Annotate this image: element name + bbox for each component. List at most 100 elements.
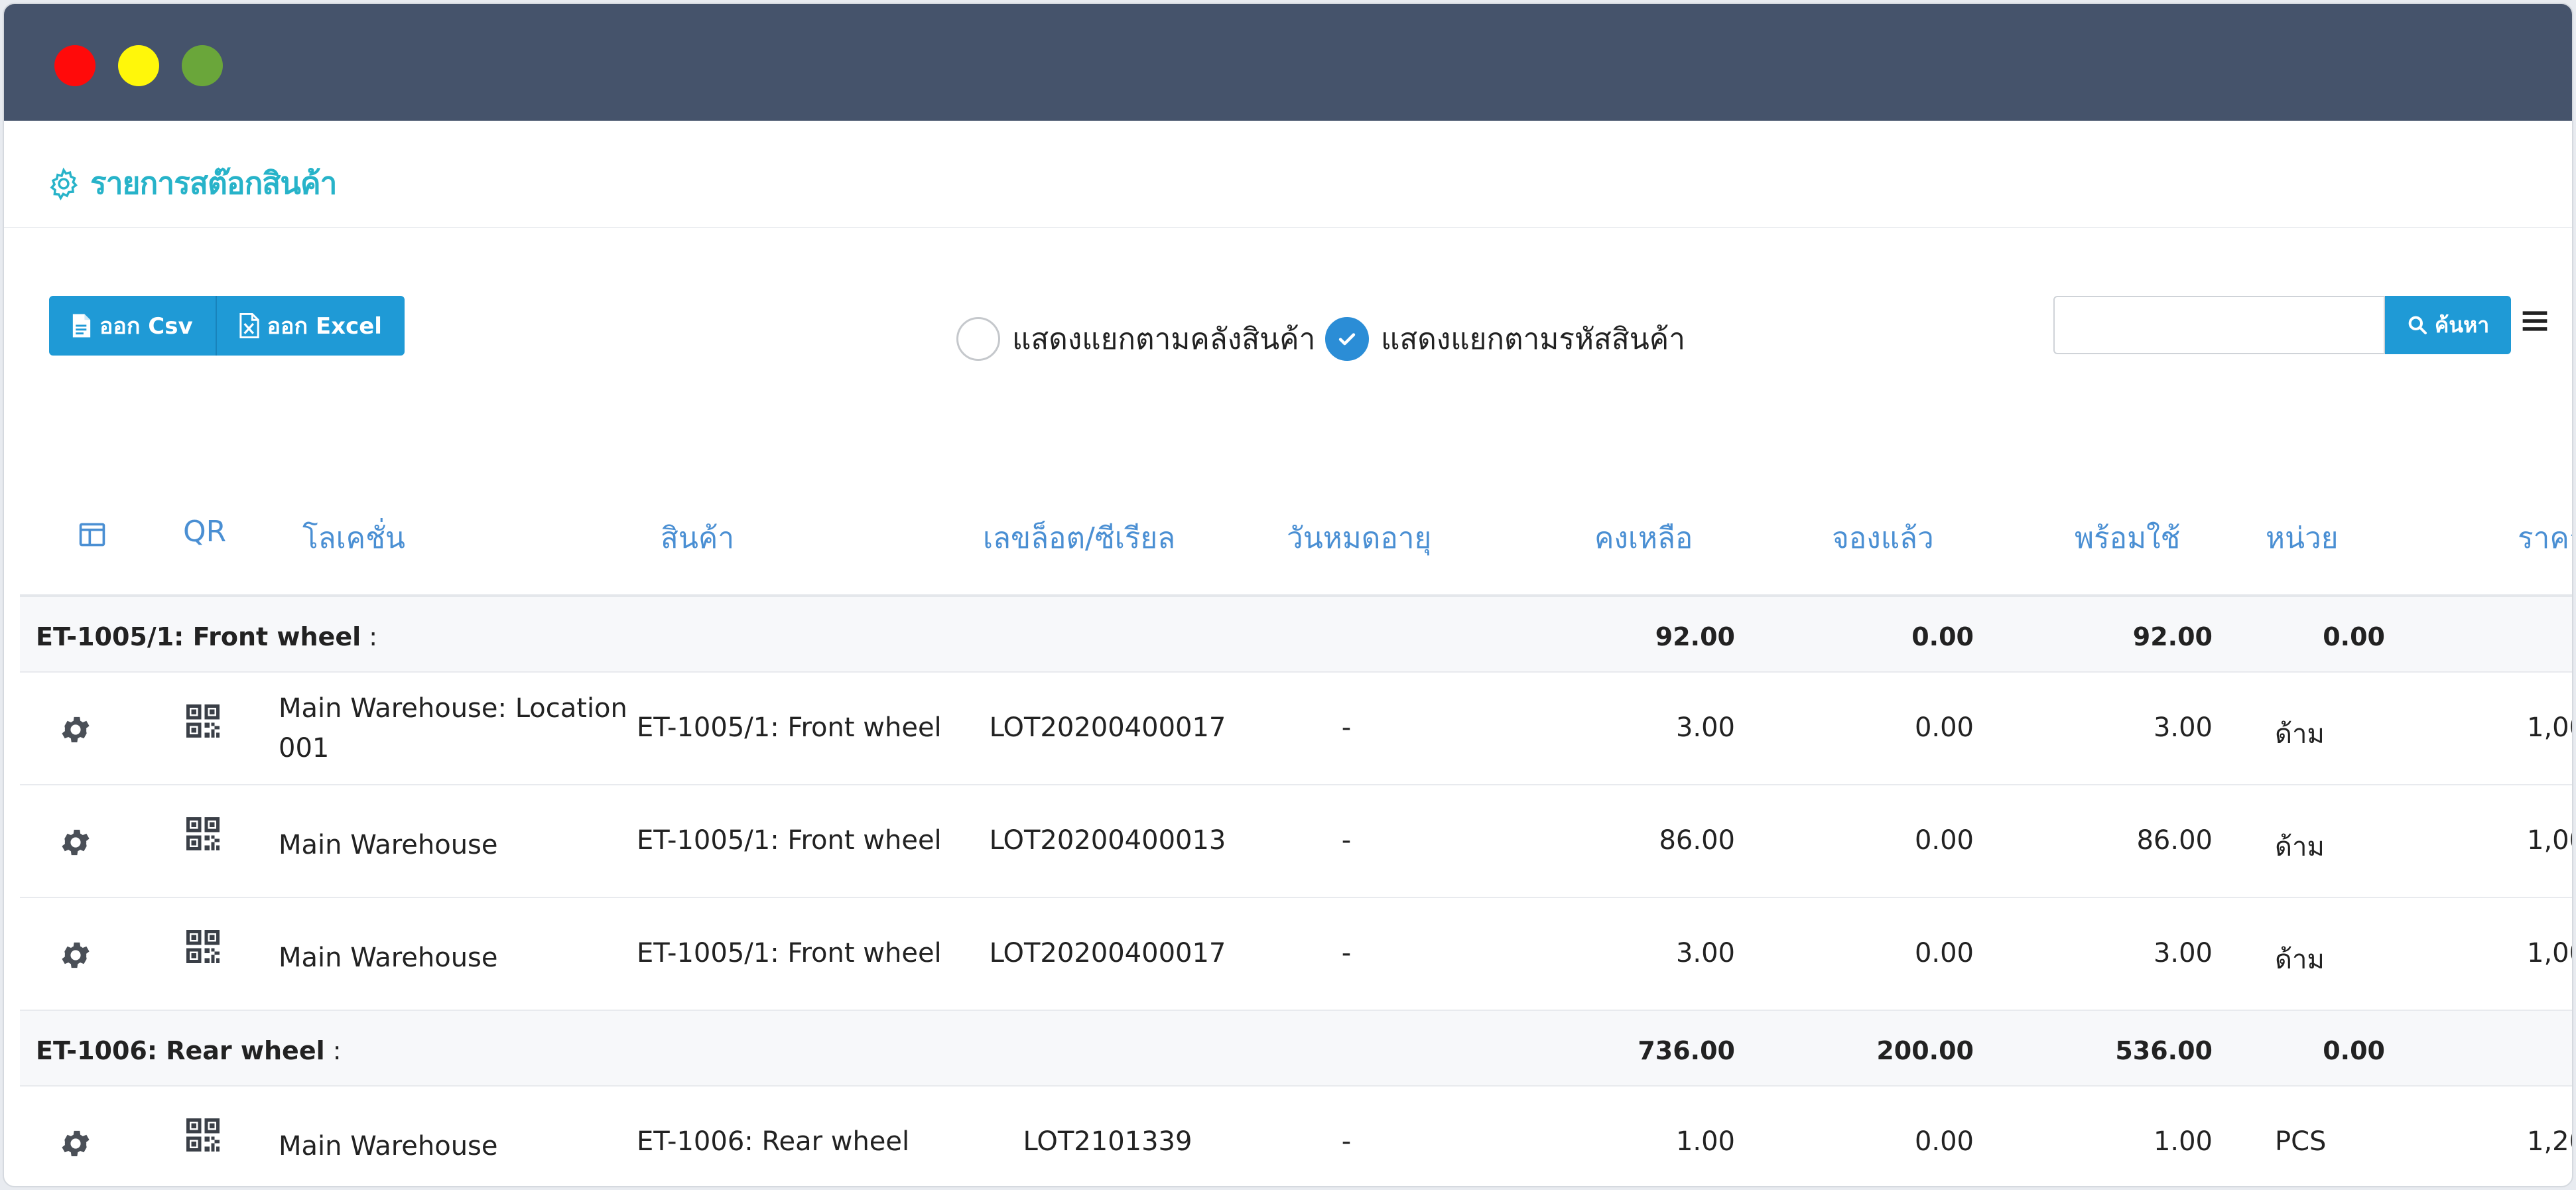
page-header: รายการสต๊อกสินค้า — [4, 121, 2572, 228]
cell-available: 1.00 — [2153, 1126, 2213, 1157]
header-expiry[interactable]: วันหมดอายุ — [1287, 515, 1431, 561]
cell-location: Main Warehouse — [279, 830, 498, 860]
minimize-window-button[interactable] — [118, 45, 159, 86]
qr-code-icon[interactable] — [183, 1114, 223, 1156]
header-qr[interactable]: QR — [183, 515, 226, 549]
cell-reserved: 0.00 — [1914, 1126, 1974, 1157]
gear-outline-icon — [50, 167, 78, 200]
group-name: ET-1006: Rear wheel : — [36, 1036, 342, 1065]
cell-reserved: 0.00 — [1914, 938, 1974, 968]
export-csv-label: ออก Csv — [99, 313, 193, 340]
group-colon: : — [324, 1036, 342, 1065]
header-unit[interactable]: หน่วย — [2266, 515, 2339, 561]
cell-remaining: 3.00 — [1675, 712, 1735, 743]
cell-remaining: 1.00 — [1675, 1126, 1735, 1157]
cell-price: 1,20 — [2527, 1126, 2572, 1157]
page-title-wrap: รายการสต๊อกสินค้า — [46, 159, 337, 208]
cell-reserved: 0.00 — [1914, 712, 1974, 743]
maximize-window-button[interactable] — [182, 45, 223, 86]
group-unit-total: 0.00 — [2323, 622, 2385, 651]
group-row: ET-1005/1: Front wheel : 92.00 0.00 92.0… — [20, 597, 2572, 673]
cell-unit: ด้าม — [2275, 832, 2325, 862]
table-header: QR โลเคชั่น สินค้า เลขล็อต/ซีเรียล วันหม… — [20, 468, 2572, 597]
group-name-text: ET-1005/1: Front wheel — [36, 622, 361, 651]
export-csv-button[interactable]: ออก Csv — [49, 296, 216, 356]
window-titlebar — [4, 4, 2572, 121]
group-reserved: 0.00 — [1911, 622, 1974, 651]
qr-code-icon[interactable] — [183, 700, 223, 742]
excel-file-icon — [239, 313, 259, 338]
cell-available: 86.00 — [2136, 825, 2213, 856]
group-available: 536.00 — [2115, 1036, 2213, 1065]
cell-unit: ด้าม — [2275, 945, 2325, 975]
cell-lot: LOT20200400017 — [989, 712, 1226, 743]
cell-remaining: 3.00 — [1675, 938, 1735, 968]
cell-expiry: - — [1341, 712, 1352, 743]
search-input[interactable] — [2053, 296, 2385, 354]
table-row: Main Warehouse ET-1006: Rear wheel LOT21… — [20, 1087, 2572, 1186]
group-unit-total: 0.00 — [2323, 1036, 2385, 1065]
cell-product: ET-1006: Rear wheel — [637, 1126, 910, 1157]
group-row: ET-1006: Rear wheel : 736.00 200.00 536.… — [20, 1011, 2572, 1087]
group-name-text: ET-1006: Rear wheel — [36, 1036, 325, 1065]
radio-circle-checked[interactable] — [1325, 317, 1369, 361]
header-product[interactable]: สินค้า — [661, 515, 734, 561]
cell-product: ET-1005/1: Front wheel — [637, 712, 942, 743]
file-icon — [72, 314, 91, 338]
export-excel-label: ออก Excel — [267, 313, 382, 340]
cell-available: 3.00 — [2153, 938, 2213, 968]
group-remaining: 736.00 — [1638, 1036, 1735, 1065]
radio-by-warehouse[interactable]: แสดงแยกตามคลังสินค้า — [956, 316, 1315, 362]
qr-code-icon[interactable] — [183, 926, 223, 967]
columns-icon[interactable] — [77, 520, 107, 549]
group-colon: : — [361, 622, 378, 651]
table-row: Main Warehouse ET-1005/1: Front wheel LO… — [20, 785, 2572, 898]
table-row: Main Warehouse: Location 001 ET-1005/1: … — [20, 673, 2572, 785]
radio-by-product[interactable]: แสดงแยกตามรหัสสินค้า — [1325, 316, 1685, 362]
gear-icon[interactable] — [58, 712, 93, 747]
group-reserved: 200.00 — [1876, 1036, 1974, 1065]
cell-lot: LOT2101339 — [1023, 1126, 1192, 1157]
export-button-group: ออก Csv ออก Excel — [49, 296, 405, 356]
header-remaining[interactable]: คงเหลือ — [1594, 515, 1693, 561]
cell-expiry: - — [1341, 825, 1352, 856]
cell-unit: ด้าม — [2275, 719, 2325, 750]
cell-lot: LOT20200400017 — [989, 938, 1226, 968]
close-window-button[interactable] — [54, 45, 96, 86]
cell-location: Main Warehouse — [279, 1131, 498, 1161]
group-remaining: 92.00 — [1655, 622, 1735, 651]
cell-product: ET-1005/1: Front wheel — [637, 825, 942, 856]
radio-by-warehouse-label: แสดงแยกตามคลังสินค้า — [1012, 322, 1316, 356]
table-row: Main Warehouse ET-1005/1: Front wheel LO… — [20, 898, 2572, 1011]
cell-price: 1,00 — [2527, 825, 2572, 856]
cell-expiry: - — [1341, 1126, 1352, 1157]
header-location[interactable]: โลเคชั่น — [302, 515, 405, 561]
app-window: รายการสต๊อกสินค้า ออก Csv ออก Excel แสดง… — [3, 3, 2573, 1187]
cell-expiry: - — [1341, 938, 1352, 968]
cell-lot: LOT20200400013 — [989, 825, 1226, 856]
export-excel-button[interactable]: ออก Excel — [215, 296, 405, 356]
cell-reserved: 0.00 — [1914, 825, 1974, 856]
header-lot[interactable]: เลขล็อต/ซีเรียล — [983, 515, 1175, 561]
cell-location: Main Warehouse — [279, 943, 498, 973]
cell-location: Main Warehouse: Location 001 — [279, 693, 627, 763]
header-available[interactable]: พร้อมใช้ — [2075, 515, 2180, 561]
gear-icon[interactable] — [58, 825, 93, 860]
group-available: 92.00 — [2132, 622, 2213, 651]
radio-by-product-label: แสดงแยกตามรหัสสินค้า — [1381, 322, 1685, 356]
hamburger-icon[interactable] — [2520, 306, 2549, 336]
search-button[interactable]: ค้นหา — [2385, 296, 2511, 354]
search-icon — [2408, 316, 2427, 334]
cell-available: 3.00 — [2153, 712, 2213, 743]
header-reserved[interactable]: จองแล้ว — [1832, 515, 1934, 561]
qr-code-icon[interactable] — [183, 813, 223, 854]
radio-circle-unchecked[interactable] — [956, 317, 1000, 361]
cell-unit: PCS — [2275, 1126, 2327, 1157]
gear-icon[interactable] — [58, 938, 93, 972]
header-price[interactable]: ราคา — [2518, 515, 2572, 561]
cell-remaining: 86.00 — [1659, 825, 1735, 856]
gear-icon[interactable] — [58, 1126, 93, 1161]
search-button-label: ค้นหา — [2434, 312, 2490, 338]
cell-price: 1,00 — [2527, 712, 2572, 743]
page-title: รายการสต๊อกสินค้า — [90, 165, 337, 201]
